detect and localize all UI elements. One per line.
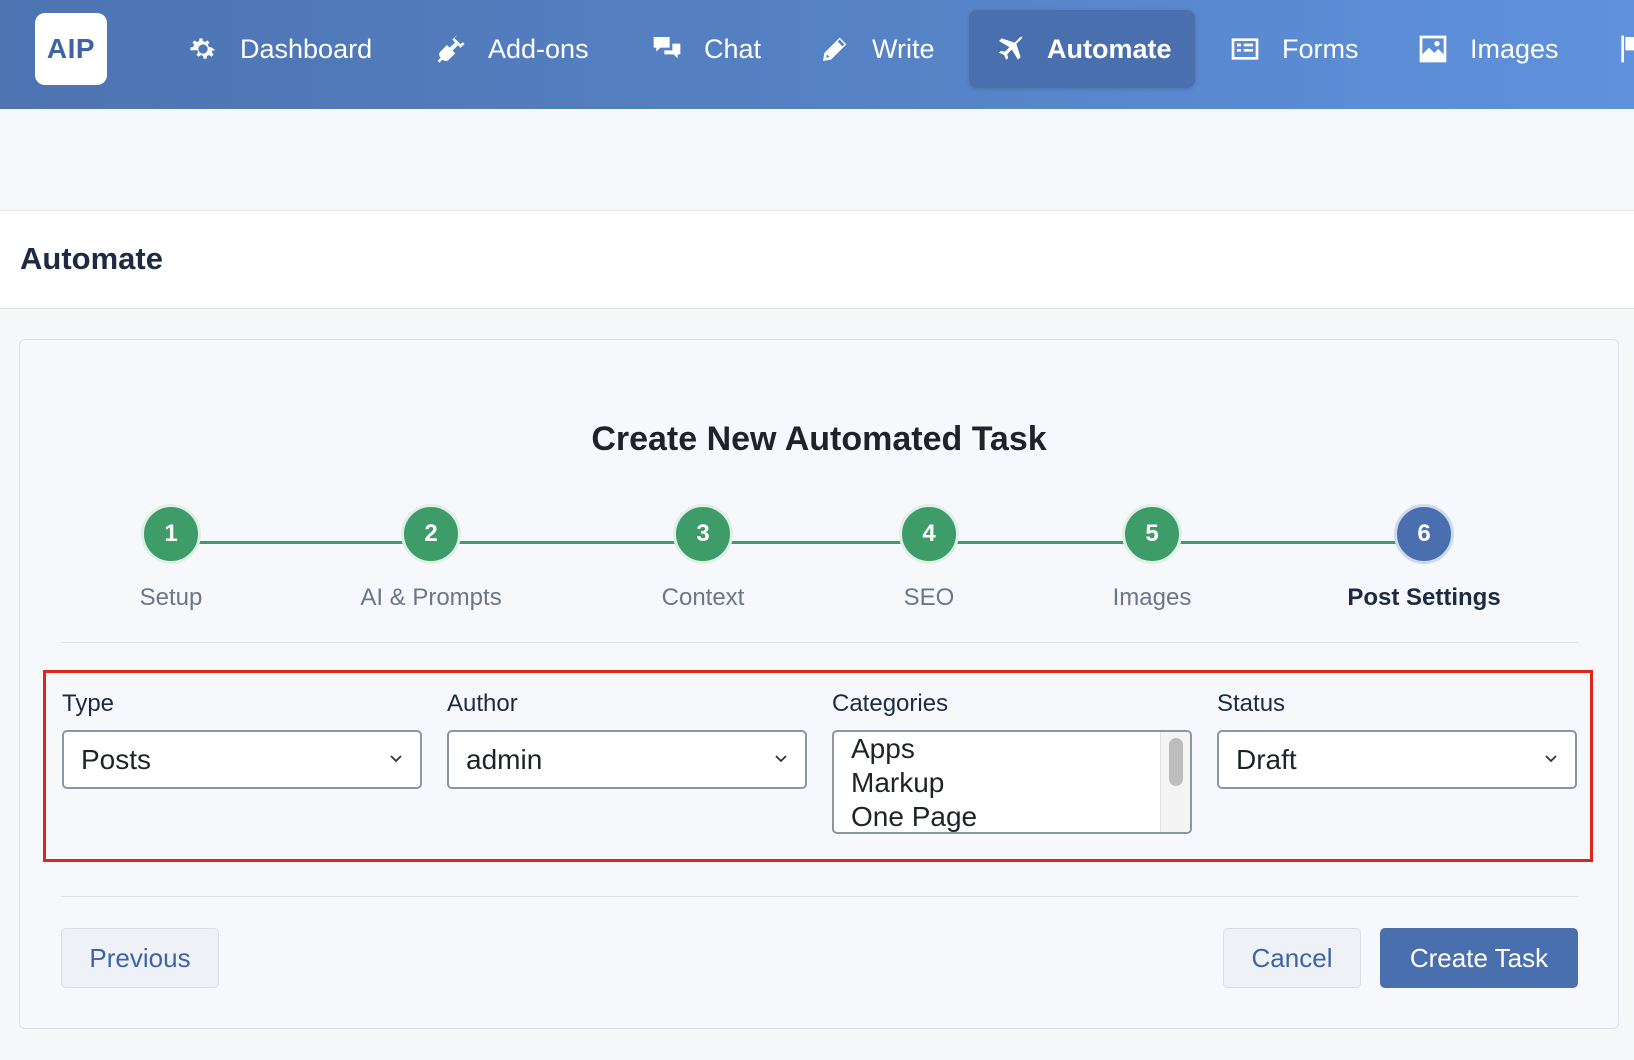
author-select[interactable]: admin bbox=[447, 730, 807, 789]
step-label: AI & Prompts bbox=[360, 584, 502, 611]
chevron-down-icon bbox=[1545, 755, 1557, 763]
step-number: 1 bbox=[141, 504, 201, 564]
pencil-icon bbox=[818, 32, 852, 66]
author-field: Author admin bbox=[447, 690, 807, 789]
nav-label: Images bbox=[1470, 33, 1559, 64]
author-value: admin bbox=[466, 744, 543, 775]
step-label: SEO bbox=[903, 584, 955, 611]
step-label: Post Settings bbox=[1347, 584, 1501, 611]
step-context[interactable]: 3 Context bbox=[593, 504, 813, 612]
category-option[interactable]: Markup bbox=[834, 766, 1190, 800]
category-option[interactable]: Apps bbox=[834, 732, 1190, 766]
section-divider bbox=[61, 642, 1578, 643]
chat-bubbles-icon bbox=[650, 32, 684, 66]
wizard-title: Create New Automated Task bbox=[591, 420, 1047, 458]
page-title: Automate bbox=[20, 241, 163, 276]
nav-item-overflow[interactable] bbox=[1590, 10, 1634, 88]
categories-listbox[interactable]: Apps Markup One Page bbox=[832, 730, 1192, 834]
step-seo[interactable]: 4 SEO bbox=[819, 504, 1039, 612]
status-value: Draft bbox=[1236, 744, 1297, 775]
nav-item-add-ons[interactable]: Add-ons bbox=[408, 10, 615, 88]
create-task-button[interactable]: Create Task bbox=[1380, 928, 1578, 988]
plug-icon bbox=[434, 32, 468, 66]
step-setup[interactable]: 1 Setup bbox=[61, 504, 281, 612]
section-divider bbox=[61, 896, 1578, 897]
type-label: Type bbox=[62, 690, 115, 717]
step-label: Context bbox=[661, 584, 745, 611]
plane-icon bbox=[995, 32, 1027, 66]
gear-icon bbox=[186, 32, 220, 66]
chevron-down-icon bbox=[390, 755, 402, 763]
scrollbar-thumb[interactable] bbox=[1169, 738, 1183, 786]
type-select[interactable]: Posts bbox=[62, 730, 422, 789]
wizard-stepper: 1 Setup 2 AI & Prompts 3 Context 4 SEO 5… bbox=[20, 504, 1618, 624]
flag-icon bbox=[1615, 32, 1634, 66]
listbox-scrollbar[interactable] bbox=[1160, 732, 1190, 832]
step-number: 2 bbox=[401, 504, 461, 564]
step-label: Images bbox=[1112, 584, 1192, 611]
top-nav: AIP Dashboard Add-ons Chat Write Automat… bbox=[0, 0, 1634, 109]
nav-label: Add-ons bbox=[488, 33, 589, 64]
step-post-settings[interactable]: 6 Post Settings bbox=[1314, 504, 1534, 612]
nav-label: Write bbox=[872, 33, 935, 64]
type-value: Posts bbox=[81, 744, 152, 775]
nav-label: Forms bbox=[1282, 33, 1359, 64]
notice-area bbox=[0, 109, 1634, 211]
image-icon bbox=[1416, 32, 1450, 66]
nav-label: Dashboard bbox=[240, 33, 373, 64]
app-logo[interactable]: AIP bbox=[35, 13, 107, 85]
category-option[interactable]: One Page bbox=[834, 800, 1190, 832]
cancel-button[interactable]: Cancel bbox=[1223, 928, 1361, 988]
step-number: 4 bbox=[899, 504, 959, 564]
nav-item-automate[interactable]: Automate bbox=[969, 10, 1195, 88]
nav-label: Automate bbox=[1047, 33, 1172, 64]
status-select[interactable]: Draft bbox=[1217, 730, 1577, 789]
nav-item-forms[interactable]: Forms bbox=[1202, 10, 1385, 88]
form-icon bbox=[1228, 32, 1262, 66]
step-number: 6 bbox=[1394, 504, 1454, 564]
wizard-card: Create New Automated Task 1 Setup 2 AI &… bbox=[19, 339, 1619, 1029]
step-number: 3 bbox=[673, 504, 733, 564]
author-label: Author bbox=[447, 690, 518, 717]
nav-item-dashboard[interactable]: Dashboard bbox=[160, 10, 398, 88]
status-field: Status Draft bbox=[1217, 690, 1577, 789]
status-label: Status bbox=[1217, 690, 1286, 717]
nav-item-chat[interactable]: Chat bbox=[624, 10, 787, 88]
categories-label: Categories bbox=[832, 690, 949, 717]
nav-item-images[interactable]: Images bbox=[1390, 10, 1585, 88]
previous-button[interactable]: Previous bbox=[61, 928, 219, 988]
step-ai-prompts[interactable]: 2 AI & Prompts bbox=[321, 504, 541, 612]
chevron-down-icon bbox=[775, 755, 787, 763]
page-header: Automate bbox=[0, 211, 1634, 309]
categories-field: Categories Apps Markup One Page bbox=[832, 690, 1192, 834]
type-field: Type Posts bbox=[62, 690, 422, 789]
step-number: 5 bbox=[1122, 504, 1182, 564]
step-label: Setup bbox=[139, 584, 203, 611]
nav-item-write[interactable]: Write bbox=[792, 10, 961, 88]
nav-label: Chat bbox=[704, 33, 762, 64]
step-images[interactable]: 5 Images bbox=[1042, 504, 1262, 612]
